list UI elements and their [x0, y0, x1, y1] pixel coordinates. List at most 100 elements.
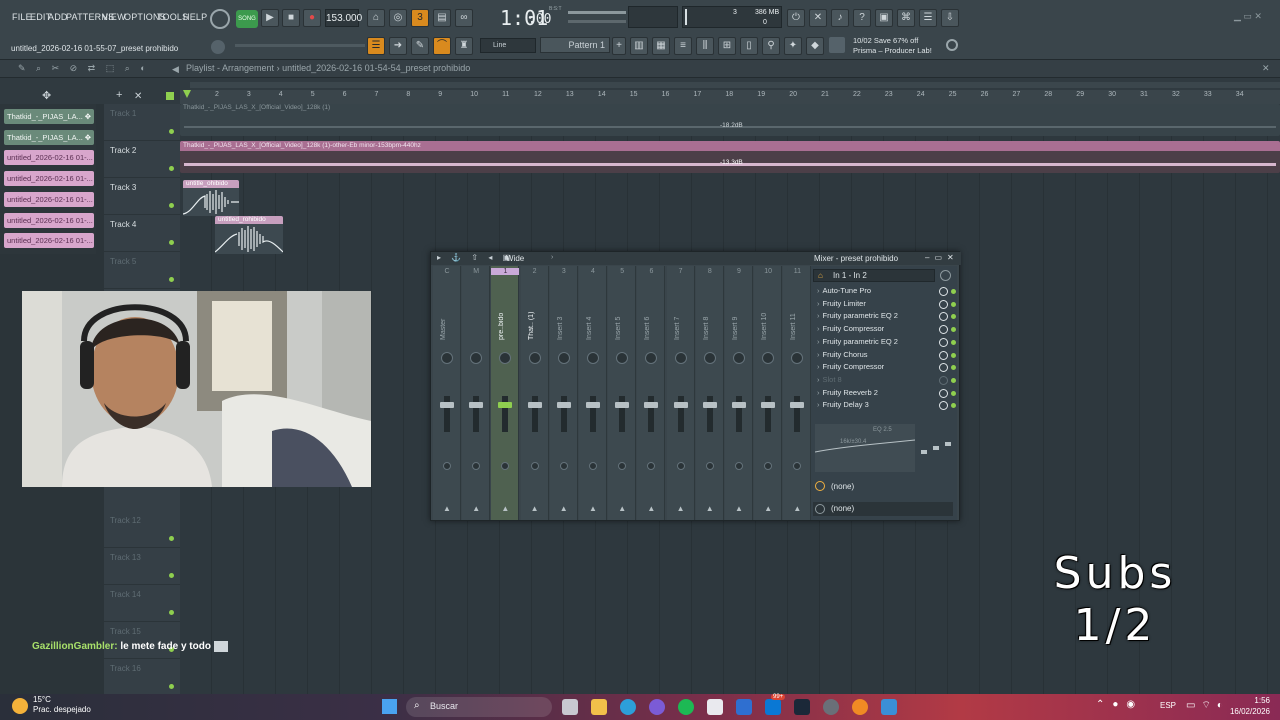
eq-faders[interactable] [919, 426, 951, 472]
mix-level-knob[interactable] [939, 325, 948, 335]
mixer-strip[interactable]: M ▲ [462, 266, 491, 520]
mixer-icon[interactable]: ⫼ [696, 37, 714, 55]
route-icon[interactable] [735, 462, 743, 470]
slot-arrow-icon[interactable]: › [817, 350, 820, 359]
file-explorer-icon[interactable] [591, 699, 607, 715]
stamp-icon[interactable]: ♜ [455, 37, 473, 55]
menu-help[interactable]: HELP [183, 12, 207, 22]
mixer-window-controls[interactable]: –▭✕ [925, 253, 959, 262]
slot-enable-dot[interactable] [951, 352, 956, 358]
fader-handle[interactable] [644, 402, 659, 408]
track-header[interactable]: Track 13 [104, 548, 180, 585]
slot-enable-dot[interactable] [951, 403, 956, 409]
mixer-window[interactable]: ▸ ⚓ ⇧ ◂ ▣ Wide › Mixer - preset prohibid… [430, 251, 961, 521]
start-icon[interactable] [382, 699, 397, 714]
task-view-icon[interactable] [562, 699, 578, 715]
track-enable-dot[interactable] [169, 166, 174, 171]
track-enable-dot[interactable] [169, 536, 174, 541]
mixer-strip[interactable]: 8 Insert 8 ▲ [695, 266, 724, 520]
weather-icon[interactable] [12, 698, 28, 714]
pan-knob[interactable] [674, 352, 687, 364]
pan-knob[interactable] [499, 352, 512, 364]
picker-item[interactable]: untitled_2026-02-16 01-... [4, 212, 94, 228]
output-slot-1[interactable]: (none) [813, 480, 953, 494]
slot-arrow-icon[interactable]: › [817, 400, 820, 409]
input-selector[interactable]: ⌂ In 1 - In 2 [813, 269, 935, 282]
send-arrow-icon[interactable]: ▲ [589, 504, 597, 513]
send-arrow-icon[interactable]: ▲ [647, 504, 655, 513]
arrow-icon[interactable]: ➜ [389, 37, 407, 55]
route-icon[interactable] [501, 462, 510, 470]
track-enable-dot[interactable] [169, 240, 174, 245]
fl-studio-icon[interactable] [852, 699, 868, 715]
channel-rack-icon[interactable]: ≡ [674, 37, 692, 55]
route-icon[interactable] [705, 462, 714, 470]
loop-record-icon[interactable]: ∞ [455, 9, 473, 27]
clock[interactable]: 1:56 16/02/2026 [1224, 695, 1270, 717]
magnet-icon[interactable]: ⌒ [433, 37, 451, 55]
outlook-icon[interactable] [736, 699, 752, 715]
fader-handle[interactable] [761, 402, 776, 408]
pencil-icon[interactable]: ✎ [411, 37, 429, 55]
slot-enable-dot[interactable] [951, 365, 956, 371]
midi-icon[interactable]: ✕ [809, 9, 827, 27]
effect-slot[interactable]: › Fruity Chorus [817, 350, 956, 362]
picker-item[interactable]: untitled_2026-02-16 01-... [4, 233, 94, 249]
clip-track1[interactable]: Thatkid_-_PIJAS_LAS_X_[Official_Video]_1… [180, 104, 1280, 136]
send-arrow-icon[interactable]: ▲ [618, 504, 626, 513]
track-header[interactable]: Track 4 [104, 215, 180, 252]
news-panel[interactable]: 10/02 Save 67% off Prisma – Producer Lab… [853, 36, 932, 56]
countdown-icon[interactable]: 3 [411, 9, 429, 27]
send-arrow-icon[interactable]: ▲ [735, 504, 743, 513]
route-icon[interactable] [676, 462, 685, 470]
mixer-strip[interactable]: 1 pre..bido ▲ [491, 266, 520, 520]
slot-arrow-icon[interactable]: › [817, 299, 820, 308]
track-header[interactable]: Track 12 [104, 511, 180, 548]
close-track-icon[interactable]: ✕ [134, 91, 142, 102]
chat-icon[interactable]: ☰ [919, 9, 937, 27]
timeline-ruler[interactable]: 2 3 4 5 6 7 8 9 10 11 12 13 14 15 16 17 18 19 20 21 22 23 24 25… [180, 90, 1280, 104]
step-edit-icon[interactable]: ▤ [433, 9, 451, 27]
store-icon[interactable] [707, 699, 723, 715]
pan-knob[interactable] [616, 352, 629, 364]
track-header[interactable]: Track 14 [104, 585, 180, 622]
track-enable-dot[interactable] [169, 610, 174, 615]
mixer-strip[interactable]: 2 That.. (1) ▲ [520, 266, 549, 520]
play-button[interactable]: ▶ [261, 9, 279, 27]
plugin-picker-icon[interactable]: ▯ [740, 37, 758, 55]
effect-slot[interactable]: › Fruity parametric EQ 2 [817, 311, 956, 323]
send-arrow-icon[interactable]: ▲ [531, 504, 539, 513]
send-arrow-icon[interactable]: ▲ [501, 504, 509, 513]
route-icon[interactable] [589, 462, 597, 470]
mixer-strip[interactable]: C Master ▲ [433, 266, 461, 520]
mix-level-knob[interactable] [939, 350, 948, 360]
track-header[interactable]: Track 16 [104, 659, 180, 696]
song-mode-button[interactable]: SONG [236, 10, 258, 28]
window-controls[interactable]: ▁ ▭ ✕ [1234, 11, 1262, 22]
pan-knob[interactable] [587, 352, 599, 364]
add-pattern-icon[interactable]: + [612, 37, 626, 55]
route-icon[interactable] [618, 462, 627, 470]
mail-icon[interactable]: 99+ [765, 694, 786, 715]
system-icons[interactable]: ▭⌔◐ [1186, 699, 1229, 712]
track-header[interactable]: Track 5 [104, 252, 180, 289]
master-volume-slider[interactable] [568, 11, 626, 14]
touch-icon[interactable]: ✦ [784, 37, 802, 55]
pan-knob[interactable] [470, 352, 483, 364]
mix-level-knob[interactable] [939, 375, 948, 385]
picker-item[interactable]: untitled_2026-02-16 01-... [4, 150, 94, 166]
mixer-strip[interactable]: 6 Insert 6 ▲ [637, 266, 666, 520]
effect-slot[interactable]: › Auto-Tune Pro [817, 286, 956, 298]
project-icon[interactable]: ◆ [806, 37, 824, 55]
effect-slot[interactable]: › Fruity Limiter [817, 299, 956, 311]
slot-enable-dot[interactable] [951, 314, 956, 320]
menu-file[interactable]: FILE [12, 12, 32, 22]
slot-enable-dot[interactable] [951, 339, 956, 345]
mix-level-knob[interactable] [939, 363, 948, 373]
track-header[interactable]: Track 2 [104, 141, 180, 178]
fader-handle[interactable] [586, 402, 600, 408]
playlist-icon[interactable]: ▥ [630, 37, 648, 55]
send-arrow-icon[interactable]: ▲ [706, 504, 714, 513]
pattern-selector[interactable]: Pattern 1 [540, 37, 610, 53]
power-icon[interactable]: ⏻ [787, 9, 805, 27]
